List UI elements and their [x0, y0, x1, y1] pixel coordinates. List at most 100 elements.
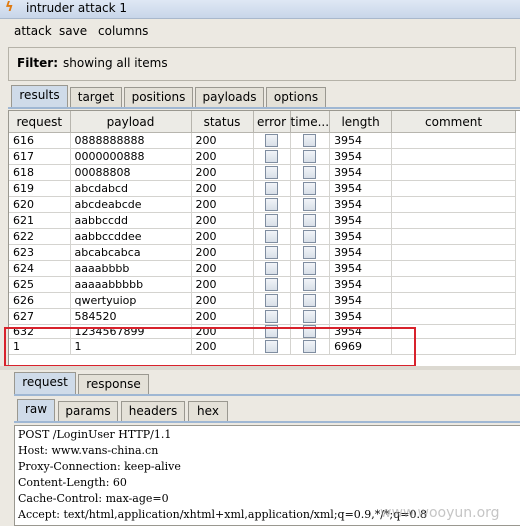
col-status[interactable]: status	[191, 111, 254, 133]
request-cell: 619	[9, 180, 71, 197]
status-cell: 200	[191, 196, 254, 213]
timeout-checkbox	[290, 164, 331, 181]
checkbox[interactable]	[265, 294, 278, 308]
request-cell: 624	[9, 260, 71, 277]
col-payload[interactable]: payload	[70, 111, 192, 133]
comment-cell	[391, 180, 517, 197]
checkbox[interactable]	[265, 278, 278, 292]
length-cell: 3954	[329, 148, 393, 165]
status-cell: 200	[191, 260, 254, 277]
payload-cell: 00088808	[70, 164, 192, 181]
status-cell: 200	[191, 308, 254, 325]
comment-cell	[391, 164, 517, 181]
tab-response[interactable]: response	[78, 374, 149, 395]
tab-positions[interactable]: positions	[124, 87, 193, 108]
table-row[interactable]: 616 0888888888 200 3954	[9, 132, 517, 149]
col-error[interactable]: error	[253, 111, 291, 133]
tab-underline	[8, 107, 520, 109]
col-length[interactable]: length	[329, 111, 393, 133]
request-cell: 623	[9, 244, 71, 261]
filter-bar[interactable]: Filter: showing all items	[8, 47, 516, 81]
checkbox[interactable]	[303, 134, 317, 148]
pane-splitter[interactable]	[0, 366, 520, 370]
length-cell: 3954	[329, 244, 393, 261]
tab-raw[interactable]: raw	[17, 399, 55, 422]
checkbox[interactable]	[303, 150, 317, 164]
table-row[interactable]: 626 qwertyuiop 200 3954	[9, 292, 517, 309]
error-checkbox	[253, 260, 291, 277]
timeout-checkbox	[290, 244, 331, 261]
comment-cell	[391, 148, 517, 165]
timeout-checkbox	[290, 196, 331, 213]
status-cell: 200	[191, 164, 254, 181]
status-cell: 200	[191, 276, 254, 293]
comment-cell	[391, 212, 517, 229]
checkbox[interactable]	[303, 262, 317, 276]
col-comment[interactable]: comment	[391, 111, 517, 133]
checkbox[interactable]	[265, 310, 278, 324]
checkbox[interactable]	[303, 182, 317, 196]
table-row[interactable]: 619 abcdabcd 200 3954	[9, 180, 517, 197]
tab-params[interactable]: params	[58, 401, 118, 422]
error-checkbox	[253, 148, 291, 165]
payload-cell: aaaabbbb	[70, 260, 192, 277]
error-checkbox	[253, 228, 291, 245]
table-row[interactable]: 622 aabbccddee 200 3954	[9, 228, 517, 245]
payload-cell: 0000000888	[70, 148, 192, 165]
checkbox[interactable]	[265, 262, 278, 276]
payload-cell: abcdeabcde	[70, 196, 192, 213]
checkbox[interactable]	[265, 134, 278, 148]
menu-columns[interactable]: columns	[98, 24, 148, 38]
burp-lightning-icon: ϟ	[5, 0, 14, 15]
tab-results[interactable]: results	[11, 85, 68, 108]
checkbox[interactable]	[265, 150, 278, 164]
table-row[interactable]: 627 584520 200 3954	[9, 308, 517, 325]
length-cell: 3954	[329, 260, 393, 277]
checkbox[interactable]	[303, 166, 317, 180]
payload-cell: abcdabcd	[70, 180, 192, 197]
request-cell: 617	[9, 148, 71, 165]
col-request[interactable]: request	[9, 111, 71, 133]
checkbox[interactable]	[303, 198, 317, 212]
checkbox[interactable]	[303, 294, 317, 308]
tab-hex[interactable]: hex	[188, 401, 228, 422]
table-row[interactable]: 625 aaaaabbbbb 200 3954	[9, 276, 517, 293]
menu-attack[interactable]: attack	[14, 24, 52, 38]
checkbox[interactable]	[265, 246, 278, 260]
checkbox[interactable]	[265, 230, 278, 244]
menu-save[interactable]: save	[59, 24, 87, 38]
comment-cell	[391, 276, 517, 293]
timeout-checkbox	[290, 308, 331, 325]
watermark: www.wooyun.org	[380, 505, 500, 521]
error-checkbox	[253, 212, 291, 229]
checkbox[interactable]	[303, 310, 317, 324]
comment-cell	[391, 196, 517, 213]
tab-headers[interactable]: headers	[121, 401, 185, 422]
table-row[interactable]: 623 abcabcabca 200 3954	[9, 244, 517, 261]
tab-payloads[interactable]: payloads	[195, 87, 264, 108]
status-cell: 200	[191, 148, 254, 165]
checkbox[interactable]	[265, 166, 278, 180]
checkbox[interactable]	[265, 214, 278, 228]
checkbox[interactable]	[303, 230, 317, 244]
checkbox[interactable]	[303, 278, 317, 292]
table-row[interactable]: 620 abcdeabcde 200 3954	[9, 196, 517, 213]
timeout-checkbox	[290, 260, 331, 277]
checkbox[interactable]	[303, 214, 317, 228]
table-row[interactable]: 624 aaaabbbb 200 3954	[9, 260, 517, 277]
comment-cell	[391, 228, 517, 245]
checkbox[interactable]	[265, 182, 278, 196]
tab-target[interactable]: target	[70, 87, 122, 108]
table-row[interactable]: 617 0000000888 200 3954	[9, 148, 517, 165]
checkbox[interactable]	[303, 246, 317, 260]
tab-request[interactable]: request	[14, 372, 76, 395]
checkbox[interactable]	[265, 198, 278, 212]
error-checkbox	[253, 244, 291, 261]
col-timeout[interactable]: time...	[290, 111, 331, 133]
table-row[interactable]: 618 00088808 200 3954	[9, 164, 517, 181]
request-line: Host: www.vans-china.cn	[18, 444, 159, 457]
tab-options[interactable]: options	[266, 87, 326, 108]
payload-cell: aaaaabbbbb	[70, 276, 192, 293]
table-row[interactable]: 621 aabbccdd 200 3954	[9, 212, 517, 229]
comment-cell	[391, 308, 517, 325]
